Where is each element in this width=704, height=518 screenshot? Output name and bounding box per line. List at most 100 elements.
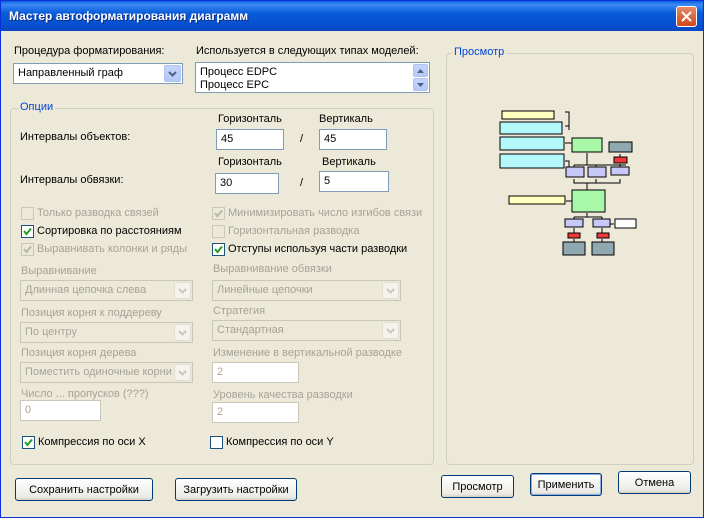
preview-button[interactable]: Просмотр [441,475,514,498]
only-links-label: Только разводка связей [37,207,159,219]
compress-x-checkbox[interactable] [22,436,35,449]
load-settings-label: Загрузить настройки [183,483,289,496]
horizontal-routing-checkbox[interactable] [212,225,225,238]
node-purple [610,166,630,176]
link-vertical-input[interactable]: 5 [319,171,389,192]
preview-group-title: Просмотр [452,46,507,58]
title-bar[interactable]: Мастер автоформатирования диаграмм [1,1,703,31]
root-tree-value: Поместить одиночные корни [25,366,172,378]
close-button[interactable] [676,6,697,27]
object-horizontal-input[interactable]: 45 [216,129,284,150]
models-list-item[interactable]: Процесс EPC [200,79,269,91]
strategy-select[interactable]: Стандартная [212,320,401,341]
models-list-item[interactable]: Процесс EDPC [200,66,277,78]
node-green [571,137,603,153]
arrow-down-icon [417,82,424,87]
arrow-up-icon [417,68,424,73]
vertical-change-input[interactable]: 2 [212,362,299,383]
node-purple [587,166,607,178]
object-horizontal-value: 45 [221,133,234,145]
root-subtree-select[interactable]: По центру [20,322,193,343]
node-red [613,156,628,164]
strategy-value: Стандартная [217,324,284,336]
sort-distance-label: Сортировка по расстояниям [37,225,182,237]
link-alignment-value: Линейные цепочки [217,284,313,296]
preview-diagram [499,110,637,256]
autoformat-dialog: Мастер автоформатирования диаграмм Проце… [0,0,704,518]
vertical-change-value: 2 [217,366,224,378]
only-links-checkbox[interactable] [21,207,34,220]
gaps-input[interactable]: 0 [20,400,101,421]
checkmark-icon [214,209,223,218]
link-alignment-label: Выравнивание обвязки [213,263,332,275]
models-list[interactable]: Процесс EDPC Процесс EPC [195,62,430,93]
node-purple [564,218,584,228]
procedure-label: Процедура форматирования: [14,45,165,57]
object-horizontal-label: Горизонталь [218,113,282,125]
root-subtree-value: По центру [25,326,77,338]
node-purple [565,166,585,178]
chevron-down-icon[interactable] [174,364,191,381]
gaps-label: Число ... пропусков (???) [21,388,149,400]
checkmark-icon [24,438,33,447]
sort-distance-checkbox[interactable] [21,225,34,238]
vertical-change-label: Изменение в вертикальной разводке [213,347,402,359]
chevron-down-icon[interactable] [174,324,191,341]
checkmark-icon [214,245,223,254]
apply-button-label: Применить [537,478,595,491]
chevron-down-icon[interactable] [382,322,399,339]
dialog-title: Мастер автоформатирования диаграмм [9,9,249,23]
strategy-label: Стратегия [213,305,266,317]
separator-text: / [300,133,304,145]
gaps-value: 0 [25,404,32,416]
separator-text: / [300,177,304,189]
compress-y-checkbox[interactable] [210,436,223,449]
link-alignment-select[interactable]: Линейные цепочки [212,280,401,301]
scroll-up-button[interactable] [413,64,428,77]
load-settings-button[interactable]: Загрузить настройки [175,478,297,501]
minimize-bends-label: Минимизировать число изгибов связи [228,207,423,219]
quality-label: Уровень качества разводки [213,389,353,401]
link-vertical-value: 5 [324,175,331,187]
node-cyan [499,136,565,151]
node-gray [591,241,615,256]
node-red [596,232,610,239]
minimize-bends-checkbox[interactable] [212,207,225,220]
checkmark-icon [23,227,32,236]
procedure-value: Направленный граф [18,67,123,79]
alignment-select[interactable]: Длинная цепочка слева [20,280,193,301]
horizontal-routing-label: Горизонтальная разводка [228,225,360,237]
node-red [567,232,581,239]
quality-input[interactable]: 2 [212,402,299,423]
object-vertical-value: 45 [324,133,337,145]
node-gray [562,241,586,256]
indents-routing-checkbox[interactable] [212,243,225,256]
scroll-down-button[interactable] [413,78,428,91]
node-cyan [499,121,563,135]
quality-value: 2 [217,406,224,418]
procedure-select[interactable]: Направленный граф [13,63,183,84]
compress-y-label: Компрессия по оси Y [226,436,334,448]
align-columns-checkbox[interactable] [21,243,34,256]
models-label: Используется в следующих типах моделей: [196,45,419,57]
chevron-down-icon[interactable] [164,65,181,82]
node-cyan [499,153,565,169]
node-gray [608,141,633,153]
link-horizontal-input[interactable]: 30 [215,173,279,194]
preview-button-label: Просмотр [452,480,503,493]
chevron-down-icon[interactable] [174,282,191,299]
link-intervals-label: Интервалы обвязки: [20,174,124,186]
cancel-button[interactable]: Отмена [618,471,691,494]
save-settings-button[interactable]: Сохранить настройки [15,478,153,501]
checkmark-icon [23,245,32,254]
save-settings-label: Сохранить настройки [29,483,139,496]
link-horizontal-label: Горизонталь [218,156,282,168]
apply-button[interactable]: Применить [530,473,602,496]
align-columns-label: Выравнивать колонки и ряды [37,243,187,255]
alignment-value: Длинная цепочка слева [25,284,147,296]
indents-routing-label: Отступы используя части разводки [228,243,408,255]
object-vertical-input[interactable]: 45 [319,129,387,150]
link-vertical-label: Вертикаль [322,156,376,168]
chevron-down-icon[interactable] [382,282,399,299]
root-tree-select[interactable]: Поместить одиночные корни [20,362,193,383]
